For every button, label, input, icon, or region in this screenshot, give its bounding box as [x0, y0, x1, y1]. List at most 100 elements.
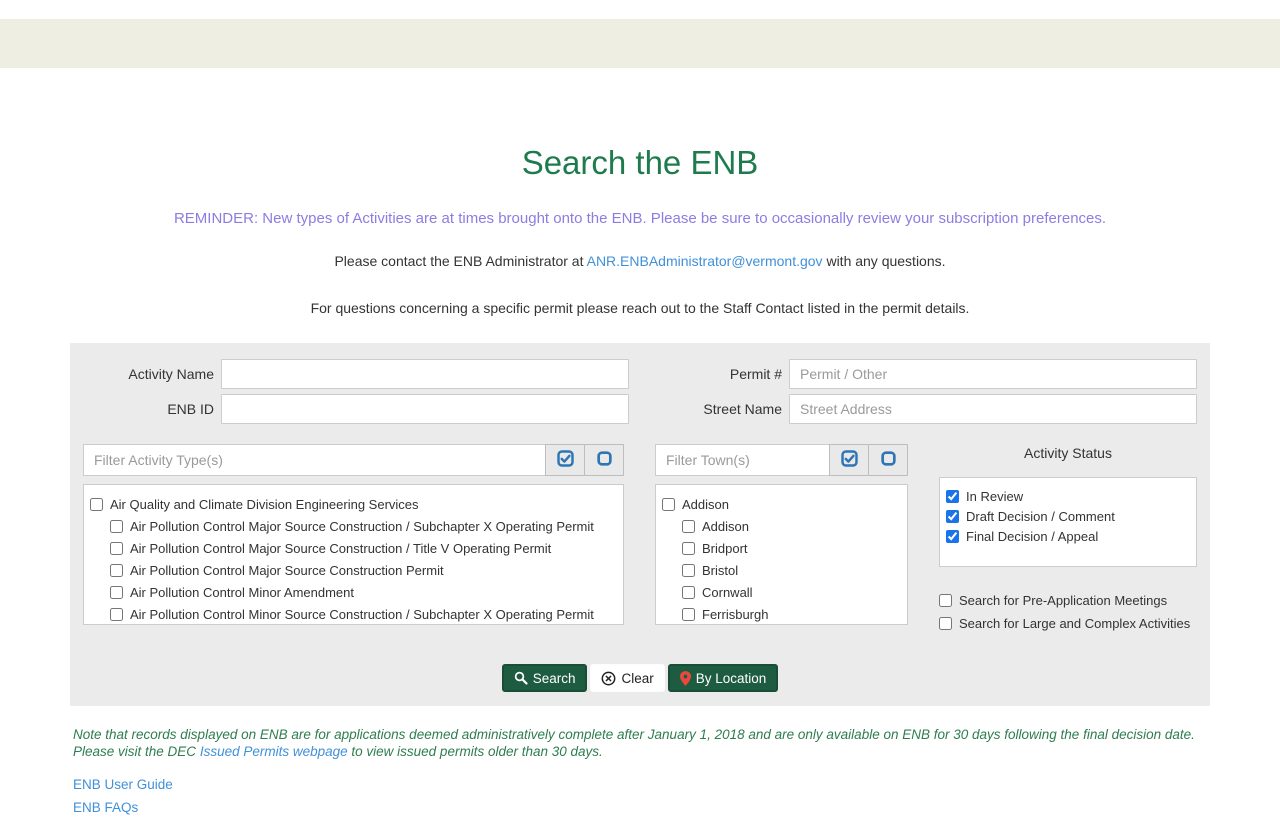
- search-button-label: Search: [532, 670, 576, 686]
- town-group-checkbox[interactable]: [662, 497, 675, 511]
- check-square-icon: [840, 450, 858, 470]
- activity-status-option[interactable]: Draft Decision / Comment: [946, 506, 1190, 526]
- activity-name-field: Activity Name: [83, 359, 629, 389]
- uncheck-all-towns-button[interactable]: [868, 444, 908, 476]
- activity-type-label: Air Pollution Control Minor Amendment: [130, 584, 354, 600]
- activity-type[interactable]: Air Pollution Control Major Source Const…: [110, 537, 617, 559]
- town-checkbox[interactable]: [682, 519, 695, 533]
- reminder-text: REMINDER: New types of Activities are at…: [173, 210, 1107, 227]
- activity-type-group-checkbox[interactable]: [90, 497, 103, 511]
- street-name-input[interactable]: [789, 394, 1197, 424]
- street-name-label: Street Name: [703, 401, 782, 417]
- empty-square-icon: [596, 451, 612, 469]
- town-group-label: Addison: [682, 496, 729, 512]
- activity-name-label: Activity Name: [128, 366, 214, 382]
- clear-button[interactable]: Clear: [590, 664, 665, 692]
- map-marker-icon: [679, 670, 691, 686]
- town-checkbox[interactable]: [682, 607, 695, 621]
- town[interactable]: Addison: [682, 515, 901, 537]
- activity-type-checkbox[interactable]: [110, 607, 123, 621]
- page-title: Search the ENB: [521, 144, 759, 181]
- activity-type-checkbox[interactable]: [110, 563, 123, 577]
- activity-type-label: Air Pollution Control Major Source Const…: [130, 562, 444, 578]
- activity-status-option[interactable]: In Review: [946, 486, 1190, 506]
- activity-type-label: Air Pollution Control Major Source Const…: [130, 518, 594, 534]
- activity-types-list[interactable]: Air Quality and Climate Division Enginee…: [83, 484, 624, 625]
- check-all-towns-button[interactable]: [829, 444, 869, 476]
- activity-type[interactable]: Air Pollution Control Minor Source Const…: [110, 603, 617, 624]
- by-location-button-label: By Location: [695, 670, 767, 686]
- activity-type[interactable]: Air Pollution Control Minor Amendment: [110, 581, 617, 603]
- street-name-field: Street Name: [651, 394, 1197, 424]
- extra-option[interactable]: Search for Pre-Application Meetings: [939, 593, 1197, 608]
- activity-type[interactable]: Air Pollution Control Major Source Const…: [110, 515, 617, 537]
- town[interactable]: Cornwall: [682, 581, 901, 603]
- town-label: Bristol: [702, 562, 739, 578]
- fields-grid: Activity Name Permit # ENB ID Street Nam…: [83, 359, 1197, 424]
- activity-status-option-label: Draft Decision / Comment: [966, 508, 1115, 524]
- top-banner: [0, 19, 1280, 68]
- permit-number-input[interactable]: [789, 359, 1197, 389]
- by-location-button[interactable]: By Location: [667, 664, 779, 692]
- actions-row: Search Clear By Location: [83, 664, 1197, 692]
- search-button[interactable]: Search: [501, 664, 588, 692]
- header: Search the ENB REMINDER: New types of Ac…: [0, 144, 1280, 316]
- activity-name-input[interactable]: [221, 359, 629, 389]
- uncheck-all-activity-types-button[interactable]: [584, 444, 624, 476]
- town-checkbox[interactable]: [682, 585, 695, 599]
- extra-option-checkbox[interactable]: [939, 594, 952, 607]
- towns-column: Addison Addison Bridport Bristol Cornwall Fer…: [655, 444, 908, 631]
- filter-section: Air Quality and Climate Division Enginee…: [83, 444, 1197, 631]
- questions-note: For questions concerning a specific perm…: [310, 300, 970, 316]
- extra-option[interactable]: Search for Large and Complex Activities: [939, 616, 1197, 631]
- activity-status-option-label: Final Decision / Appeal: [966, 528, 1099, 544]
- town[interactable]: Bridport: [682, 537, 901, 559]
- enb-id-field: ENB ID: [83, 394, 629, 424]
- check-square-icon: [556, 450, 574, 470]
- enb-id-label: ENB ID: [167, 401, 214, 417]
- activity-type-checkbox[interactable]: [110, 541, 123, 555]
- town[interactable]: Ferrisburgh: [682, 603, 901, 624]
- enb-user-guide-link[interactable]: ENB User Guide: [73, 778, 1210, 792]
- town-filter-group: [655, 444, 908, 476]
- empty-square-icon: [880, 451, 896, 469]
- town-filter-input[interactable]: [655, 444, 830, 476]
- contact-suffix: with any questions.: [822, 253, 946, 269]
- extra-options: Search for Pre-Application Meetings Searc…: [939, 593, 1197, 631]
- activity-status-title: Activity Status: [1024, 445, 1112, 461]
- activity-status-option[interactable]: Final Decision / Appeal: [946, 526, 1190, 546]
- activity-filter-input[interactable]: [83, 444, 546, 476]
- towns-list[interactable]: Addison Addison Bridport Bristol Cornwall Fer…: [655, 484, 908, 625]
- town[interactable]: Bristol: [682, 559, 901, 581]
- circle-x-icon: [601, 671, 616, 686]
- issued-permits-link[interactable]: Issued Permits webpage: [200, 744, 348, 759]
- search-icon: [514, 671, 528, 685]
- extra-option-label: Search for Large and Complex Activities: [959, 616, 1191, 631]
- activity-type-group[interactable]: Air Quality and Climate Division Enginee…: [90, 493, 617, 515]
- search-form-panel: Activity Name Permit # ENB ID Street Nam…: [70, 343, 1210, 706]
- town-checkbox[interactable]: [682, 541, 695, 555]
- permit-number-label: Permit #: [729, 366, 782, 382]
- contact-prefix: Please contact the ENB Administrator at: [334, 253, 587, 269]
- activity-type[interactable]: Air Pollution Control Major Source Const…: [110, 559, 617, 581]
- enb-id-input[interactable]: [221, 394, 629, 424]
- footer-note: Note that records displayed on ENB are f…: [73, 726, 1210, 760]
- town-label: Ferrisburgh: [702, 606, 769, 622]
- permit-number-field: Permit #: [651, 359, 1197, 389]
- activity-type-checkbox[interactable]: [110, 519, 123, 533]
- activity-status-option-checkbox[interactable]: [946, 509, 959, 523]
- check-all-activity-types-button[interactable]: [545, 444, 585, 476]
- admin-email-link[interactable]: ANR.ENBAdministrator@vermont.gov: [587, 253, 823, 269]
- clear-button-label: Clear: [621, 670, 654, 686]
- extra-option-checkbox[interactable]: [939, 617, 952, 630]
- enb-faqs-link[interactable]: ENB FAQs: [73, 801, 1210, 815]
- activity-status-option-checkbox[interactable]: [946, 529, 959, 543]
- activity-status-box: In Review Draft Decision / Comment Final D…: [939, 477, 1197, 567]
- town-label: Cornwall: [702, 584, 753, 600]
- doc-links: ENB User Guide ENB FAQs: [73, 778, 1210, 815]
- activity-type-label: Air Pollution Control Major Source Const…: [130, 540, 552, 556]
- town-checkbox[interactable]: [682, 563, 695, 577]
- town-group[interactable]: Addison: [662, 493, 901, 515]
- activity-type-checkbox[interactable]: [110, 585, 123, 599]
- activity-status-option-checkbox[interactable]: [946, 489, 959, 503]
